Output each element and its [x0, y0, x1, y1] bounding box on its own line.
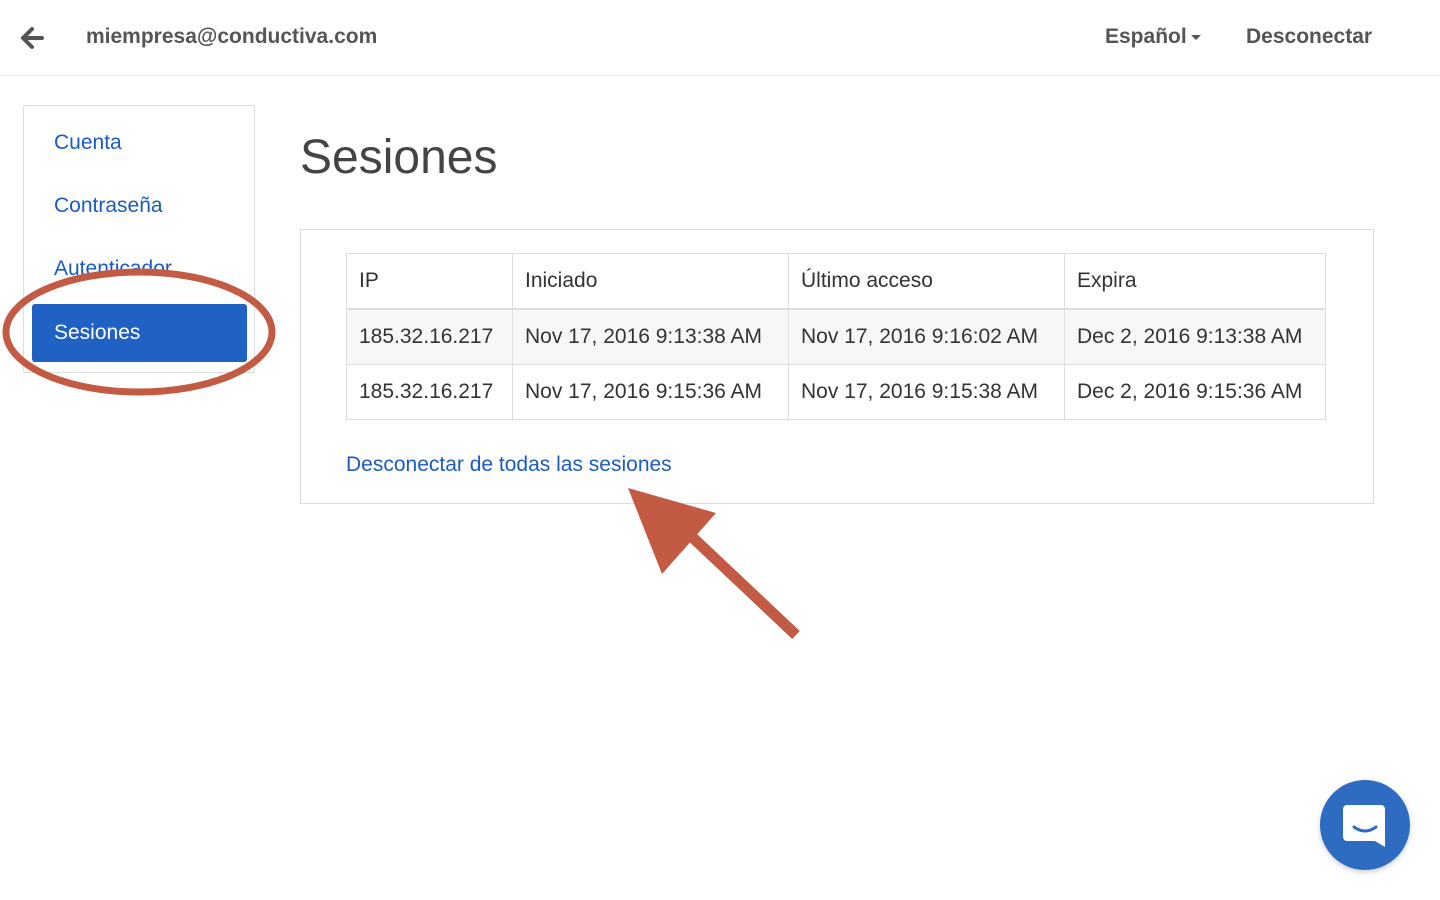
cell-ultimo-acceso: Nov 17, 2016 9:15:38 AM — [788, 364, 1065, 420]
column-header-iniciado: Iniciado — [512, 253, 789, 310]
table-row: 185.32.16.217 Nov 17, 2016 9:13:38 AM No… — [346, 308, 1326, 365]
arrow-left-icon[interactable] — [20, 24, 46, 52]
page-title: Sesiones — [300, 131, 498, 184]
column-header-expira: Expira — [1064, 253, 1326, 310]
annotation-arrow — [628, 488, 800, 640]
cell-ip: 185.32.16.217 — [346, 364, 513, 420]
cell-iniciado: Nov 17, 2016 9:13:38 AM — [512, 308, 789, 365]
account-email: miempresa@conductiva.com — [86, 25, 378, 48]
table-header-row: IP Iniciado Último acceso Expira — [346, 253, 1326, 310]
logout-link[interactable]: Desconectar — [1246, 25, 1372, 49]
sidebar-item-autenticador[interactable]: Autenticador — [54, 257, 172, 281]
sidebar-item-contrasena[interactable]: Contraseña — [54, 194, 163, 218]
sessions-panel: IP Iniciado Último acceso Expira 185.32.… — [300, 229, 1374, 504]
cell-expira: Dec 2, 2016 9:13:38 AM — [1064, 308, 1326, 365]
language-label: Español — [1105, 25, 1187, 48]
table-row: 185.32.16.217 Nov 17, 2016 9:15:36 AM No… — [346, 364, 1326, 420]
sidebar-item-cuenta[interactable]: Cuenta — [54, 131, 122, 155]
language-dropdown[interactable]: Español — [1105, 25, 1201, 49]
sidebar-item-sesiones[interactable]: Sesiones — [32, 304, 247, 362]
cell-ultimo-acceso: Nov 17, 2016 9:16:02 AM — [788, 308, 1065, 365]
column-header-ip: IP — [346, 253, 513, 310]
cell-expira: Dec 2, 2016 9:15:36 AM — [1064, 364, 1326, 420]
chat-launcher-button[interactable] — [1320, 780, 1410, 870]
caret-down-icon — [1190, 34, 1201, 40]
cell-ip: 185.32.16.217 — [346, 308, 513, 365]
settings-sidebar: Cuenta Contraseña Autenticador Sesiones — [23, 105, 255, 373]
cell-iniciado: Nov 17, 2016 9:15:36 AM — [512, 364, 789, 420]
sessions-table: IP Iniciado Último acceso Expira 185.32.… — [346, 253, 1326, 420]
column-header-ultimo-acceso: Último acceso — [788, 253, 1065, 310]
chat-bubble-icon — [1343, 805, 1385, 847]
disconnect-all-sessions-link[interactable]: Desconectar de todas las sesiones — [346, 453, 672, 477]
top-navbar: miempresa@conductiva.com Español Descone… — [0, 0, 1440, 76]
